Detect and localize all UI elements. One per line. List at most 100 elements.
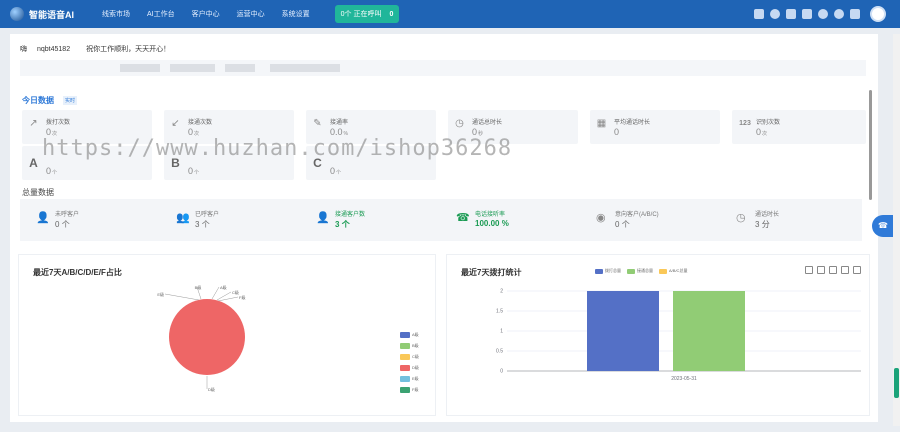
username: nqbt45182 [33, 45, 75, 53]
legend-item-a[interactable]: A级 [400, 330, 419, 340]
grade-value: 0个 [188, 166, 200, 176]
stat-card-avg-duration: ▦ 平均通话时长 0 [590, 110, 720, 144]
stat-label: 通话总时长 [472, 120, 503, 126]
floating-phone-button[interactable]: ☎ [872, 215, 894, 237]
calendar-icon: ▦ [596, 118, 607, 129]
logo-icon [10, 7, 24, 21]
legend-item-f[interactable]: F级 [400, 385, 419, 395]
logo[interactable]: 智能语音AI [10, 7, 90, 21]
globe-icon[interactable] [834, 9, 844, 19]
stat-value: 0次 [188, 127, 200, 137]
pie-label-D级: D级 [208, 386, 215, 392]
stat-label: 平均通话时长 [614, 120, 651, 126]
user-circle-icon: ◉ [596, 212, 606, 224]
stat-card-recognition-count: 123 识别次数 0次 [732, 110, 866, 144]
avatar[interactable] [870, 6, 886, 22]
phone-icon: ☎ [456, 212, 470, 224]
total-data-title: 总量数据 [22, 188, 54, 197]
y-tick-label: 2 [500, 289, 503, 295]
clock-icon: ◷ [736, 212, 746, 224]
greeting-bar: 嗨 nqbt45182 祝你工作顺利，天天开心！ [20, 42, 866, 56]
compass-icon[interactable] [818, 9, 828, 19]
legend-item-b[interactable]: B级 [400, 341, 419, 351]
greeting-prefix: 嗨 [20, 46, 27, 53]
dashboard-panel: 嗨 nqbt45182 祝你工作顺利，天天开心！ 今日数据 实时 ↗ 拨打次数 … [10, 34, 878, 422]
total-value: 3 个 [195, 220, 210, 229]
stat-card-connect-rate: ✎ 接通率 0.0% [306, 110, 436, 144]
total-item-answer-rate: ☎ 电话接听率 100.00 % [440, 199, 580, 241]
y-tick-label: 1 [500, 329, 503, 335]
stat-card-total-duration: ◷ 通话总时长 0秒 [448, 110, 578, 144]
user-icon: 👤 [36, 212, 50, 224]
plus-icon[interactable] [770, 9, 780, 19]
stat-value: 0 [614, 127, 620, 137]
total-item-connected: 👤 接通客户数 3 个 [300, 199, 440, 241]
stat-card-connect-count: ↙ 接通次数 0次 [164, 110, 294, 144]
nav-item-customer-center[interactable]: 客户中心 [192, 9, 220, 19]
blurred-info-row [20, 60, 866, 76]
legend-item-d[interactable]: D级 [400, 363, 419, 373]
grade-pie-chart-card: 最近7天A/B/C/D/E/F占比 B级 A级 F级 D级 E级 C级 A级 B级 C级 … [18, 254, 436, 416]
number-icon: 123 [739, 120, 751, 127]
pie-label-A级: A级 [220, 284, 227, 290]
nav-item-operation-center[interactable]: 运营中心 [237, 9, 265, 19]
bar-拨打总量[interactable] [587, 291, 659, 371]
bar-接通总量[interactable] [673, 291, 745, 371]
stat-label: 拨打次数 [46, 120, 71, 126]
dial-bar-chart-card: 最近7天拨打统计 拨打总量 接通总量 A/B/C总量 0 0.5 1 1.5 2 2023… [446, 254, 870, 416]
grade-letter: A [29, 156, 38, 170]
total-label: 意向客户(A/B/C) [615, 212, 659, 218]
total-item-duration: ◷ 通话时长 3 分 [720, 199, 862, 241]
main-nav: 线索市场 AI工作台 客户中心 运营中心 系统设置 [102, 9, 327, 19]
grade-letter: C [313, 156, 322, 170]
fullscreen-icon[interactable] [850, 9, 860, 19]
stat-value: 0次 [46, 127, 58, 137]
total-label: 通话时长 [755, 212, 780, 218]
top-toolbar [754, 0, 900, 28]
top-navbar: 智能语音AI 线索市场 AI工作台 客户中心 运营中心 系统设置 0个 正在呼叫… [0, 0, 900, 28]
legend-item-c[interactable]: C级 [400, 352, 419, 362]
y-tick-label: 0 [500, 369, 503, 375]
arrow-up-right-icon: ↗ [29, 118, 38, 129]
grade-value: 0个 [46, 166, 58, 176]
grade-card-a: A 0个 [22, 146, 152, 180]
grade-letter: B [171, 156, 180, 170]
nav-item-system-settings[interactable]: 系统设置 [282, 9, 310, 19]
greeting-message: 祝你工作顺利，天天开心！ [86, 46, 171, 53]
notebook-icon[interactable] [754, 9, 764, 19]
total-label: 已呼客户 [195, 212, 220, 218]
users-icon: 👥 [176, 212, 190, 224]
total-value: 3 个 [335, 220, 350, 229]
realtime-badge: 实时 [63, 96, 78, 105]
grade-value: 0个 [330, 166, 342, 176]
total-label: 接通客户数 [335, 212, 366, 218]
bookmark-icon[interactable] [802, 9, 812, 19]
total-label: 未呼客户 [55, 212, 80, 218]
inner-scrollbar[interactable] [869, 90, 872, 200]
grade-card-c: C 0个 [306, 146, 436, 180]
nav-item-ai-workbench[interactable]: AI工作台 [147, 9, 175, 19]
y-tick-label: 1.5 [496, 309, 503, 315]
call-status-label: 0个 正在呼叫 [340, 11, 382, 18]
scrollbar-thumb[interactable] [894, 368, 899, 398]
pie-label-F级: F级 [239, 294, 245, 300]
stat-value: 0.0% [330, 127, 348, 137]
arrow-down-left-icon: ↙ [171, 118, 180, 129]
calling-status-button[interactable]: 0个 正在呼叫 0 [334, 5, 400, 23]
pie-chart: B级 A级 F级 D级 E级 C级 [157, 284, 245, 392]
today-data-title: 今日数据 [22, 96, 54, 105]
page-scrollbar[interactable] [893, 34, 900, 426]
pie-slice-D级[interactable] [169, 299, 245, 375]
pie-label-E级: E级 [157, 291, 164, 297]
grade-card-b: B 0个 [164, 146, 294, 180]
stat-label: 识别次数 [756, 120, 781, 126]
link-icon[interactable] [786, 9, 796, 19]
nav-item-clue-market[interactable]: 线索市场 [102, 9, 130, 19]
timer-icon: ◷ [455, 118, 464, 129]
pie-label-C级: C级 [232, 289, 239, 295]
stat-label: 接通率 [330, 120, 349, 126]
app-title: 智能语音AI [29, 9, 75, 20]
x-tick-label: 2023-05-31 [671, 376, 697, 382]
feather-icon: ✎ [313, 118, 322, 129]
legend-item-e[interactable]: E级 [400, 374, 419, 384]
